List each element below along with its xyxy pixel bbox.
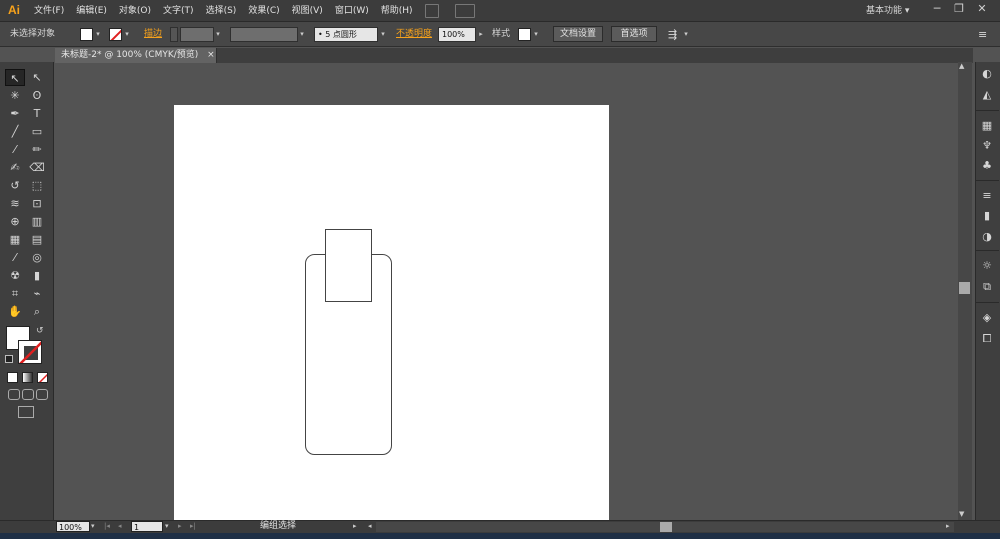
panel-separator [976,302,999,303]
gradient-panel-icon[interactable]: ▮ [978,208,996,223]
transparency-panel-icon[interactable]: ◑ [978,229,996,244]
appearance-panel-icon[interactable]: ☼ [978,258,996,273]
current-tool-status: 编组选择 [260,521,297,531]
scroll-up-icon[interactable]: ▲ [959,62,964,70]
scroll-right-icon[interactable]: ▸ [946,521,950,532]
scroll-down-icon[interactable]: ▼ [959,510,964,518]
last-artboard-button[interactable]: ▸| [190,521,196,532]
scroll-left-icon[interactable]: ◂ [368,521,372,532]
artboard-number-field[interactable]: 1 [131,521,163,532]
symbols-panel-icon[interactable]: ♣ [978,158,996,173]
first-artboard-button[interactable]: |◂ [104,521,110,532]
artboard-dropdown-icon[interactable]: ▾ [165,521,169,532]
small-rectangle[interactable] [325,229,372,302]
zoom-field[interactable]: 100% [56,521,90,532]
color-panel-icon[interactable]: ◐ [978,66,996,81]
previous-artboard-button[interactable]: ◂ [118,521,122,532]
panel-separator [976,180,999,181]
layers-panel-icon[interactable]: ◈ [978,310,996,325]
artwork [305,229,392,455]
vertical-scroll-thumb[interactable] [959,282,970,294]
artboards-panel-icon[interactable]: ⧠ [978,331,996,346]
panel-separator [976,110,999,111]
next-artboard-button[interactable]: ▸ [178,521,182,532]
swatches-panel-icon[interactable]: ▦ [978,118,996,133]
stroke-panel-icon[interactable]: ≡ [978,188,996,203]
horizontal-scroll-thumb[interactable] [660,522,672,532]
status-menu-icon[interactable]: ▸ [353,521,357,532]
brushes-panel-icon[interactable]: ♆ [978,138,996,153]
color-guide-panel-icon[interactable]: ◭ [978,87,996,102]
os-taskbar [0,533,1000,539]
panel-separator [976,250,999,251]
graphic-styles-panel-icon[interactable]: ⧉ [978,279,996,294]
zoom-dropdown-icon[interactable]: ▾ [91,521,95,532]
